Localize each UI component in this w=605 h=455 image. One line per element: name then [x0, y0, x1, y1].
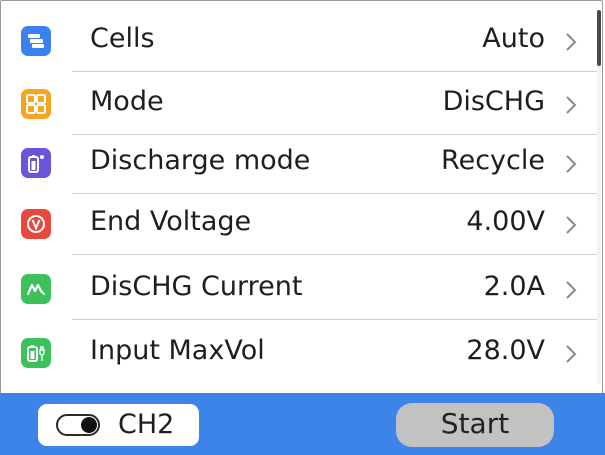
- settings-row-cells[interactable]: Cells Auto: [0, 8, 600, 72]
- row-divider: [72, 254, 598, 255]
- channel-label: CH2: [118, 409, 175, 440]
- settings-row-label: End Voltage: [90, 206, 252, 237]
- battery-plug-icon: [21, 338, 51, 368]
- settings-row-end-voltage[interactable]: End Voltage 4.00V: [0, 191, 600, 255]
- settings-row-label: Discharge mode: [90, 145, 311, 176]
- settings-row-value: DisCHG: [442, 86, 545, 117]
- chevron-right-icon: [566, 281, 577, 299]
- stack-layers-icon: [21, 26, 51, 56]
- settings-row-value: Auto: [482, 23, 545, 54]
- start-button[interactable]: Start: [396, 403, 554, 447]
- settings-row-label: DisCHG Current: [90, 271, 303, 302]
- chevron-right-icon: [566, 345, 577, 363]
- chevron-right-icon: [566, 155, 577, 173]
- settings-row-dischg-current[interactable]: DisCHG Current 2.0A: [0, 256, 600, 320]
- chevron-right-icon: [566, 33, 577, 51]
- settings-row-input-maxvol[interactable]: Input MaxVol 28.0V: [0, 320, 600, 384]
- settings-row-value: 4.00V: [466, 206, 545, 237]
- settings-list: Cells Auto Mode DisCHG Discharge mode Re…: [0, 0, 605, 392]
- chevron-right-icon: [566, 216, 577, 234]
- voltage-v-icon: [21, 209, 51, 239]
- settings-row-mode[interactable]: Mode DisCHG: [0, 71, 600, 135]
- settings-row-value: 2.0A: [483, 271, 545, 302]
- scrollbar-thumb[interactable]: [597, 10, 601, 66]
- settings-row-label: Input MaxVol: [90, 335, 265, 366]
- scrollbar[interactable]: [597, 10, 601, 384]
- channel-toggle-button[interactable]: CH2: [38, 404, 199, 446]
- settings-row-value: 28.0V: [466, 335, 545, 366]
- settings-row-label: Cells: [90, 23, 155, 54]
- current-wave-icon: [21, 274, 51, 304]
- bottom-bar: CH2 Start: [0, 393, 605, 455]
- toggle-switch-icon[interactable]: [56, 414, 100, 436]
- toggle-knob: [81, 417, 97, 433]
- battery-spark-icon: [21, 148, 51, 178]
- settings-row-label: Mode: [90, 86, 164, 117]
- chevron-right-icon: [566, 96, 577, 114]
- settings-row-value: Recycle: [441, 145, 545, 176]
- settings-row-discharge-mode[interactable]: Discharge mode Recycle: [0, 130, 600, 194]
- grid-squares-icon: [21, 89, 51, 119]
